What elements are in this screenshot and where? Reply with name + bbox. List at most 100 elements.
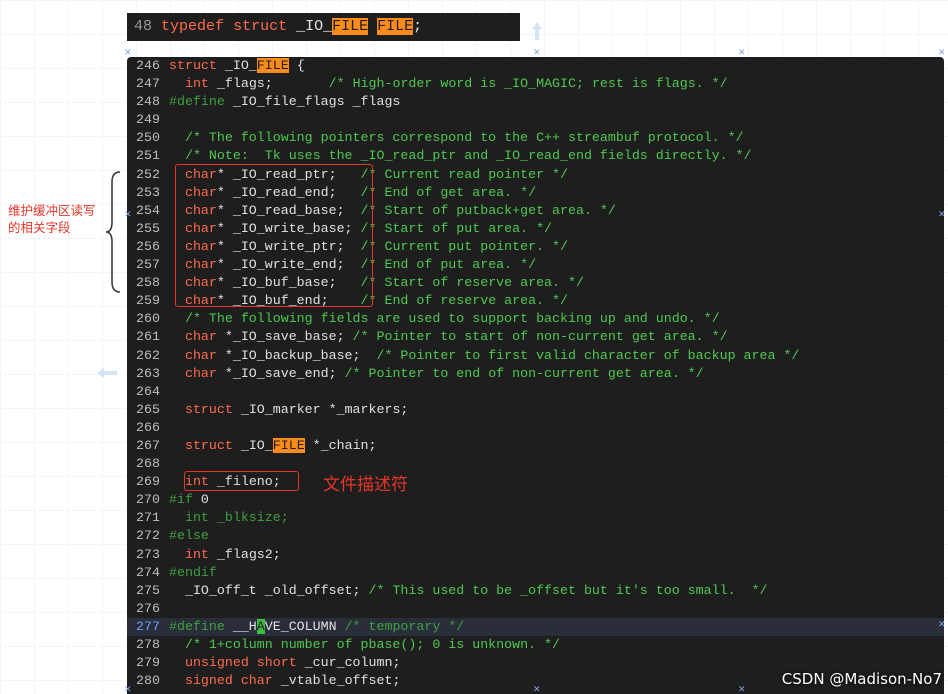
selection-handle[interactable]: ✕ — [738, 48, 746, 57]
line-number: 249 — [136, 112, 160, 128]
code-token: #else — [169, 528, 209, 544]
line-number: 261 — [136, 329, 160, 345]
line-code-text: int _blksize; — [169, 510, 289, 525]
line-number: 254 — [136, 202, 160, 218]
code-line: 250 /* The following pointers correspond… — [127, 129, 944, 147]
line-code-text: #else — [169, 528, 209, 543]
line-code-text: int _flags2; — [169, 547, 281, 562]
code-line: 276 — [127, 600, 944, 618]
fileno-label: 文件描述符 — [323, 475, 408, 495]
comment-token: /* Current put pointer. */ — [360, 238, 568, 254]
code-line: 270 #if 0 — [127, 491, 944, 509]
code-line: 264 — [127, 383, 944, 401]
line-number: 248 — [136, 94, 160, 110]
code-token: *_IO_backup_base; — [216, 347, 377, 363]
code-line: 271 int _blksize; — [127, 509, 944, 527]
keyword-token: struct — [184, 437, 233, 453]
keyword-token: signed char — [184, 673, 273, 689]
fileno-highlight-box — [184, 471, 299, 491]
line-code-text: #define __HAVE_COLUMN /* temporary */ — [169, 618, 464, 634]
selection-handle[interactable]: ✕ — [124, 685, 132, 694]
selection-handle[interactable]: ✕ — [738, 685, 746, 694]
line-code-text: /* 1+column number of pbase(); 0 is unkn… — [169, 637, 560, 652]
code-line: 248 #define _IO_file_flags _flags — [127, 93, 944, 111]
selection-handle[interactable]: ✕ — [124, 210, 132, 219]
comment-token: /* Start of putback+get area. */ — [360, 202, 616, 218]
left-brace-icon — [105, 171, 121, 293]
comment-token: /* Pointer to start of non-current get a… — [352, 329, 728, 345]
code-token: _flags; — [208, 76, 273, 92]
line-number: 270 — [136, 492, 160, 508]
resize-up-arrow-icon[interactable] — [530, 20, 544, 42]
selection-handle[interactable]: ✕ — [124, 48, 132, 57]
line-number: 271 — [136, 510, 160, 526]
code-line: 275 _IO_off_t _old_offset; /* This used … — [127, 582, 944, 600]
comment-token: /* Current read pointer */ — [360, 166, 568, 182]
code-token: _vtable_offset; — [272, 673, 401, 689]
code-line: 246 struct _IO_FILE { — [127, 57, 944, 75]
search-highlight: FILE — [332, 18, 369, 35]
line-number: 278 — [136, 637, 160, 652]
keyword-token: char — [184, 347, 217, 363]
keyword-token: int — [184, 76, 209, 92]
code-line: 263 char *_IO_save_end; /* Pointer to en… — [127, 365, 944, 383]
code-token: VE_COLUMN — [264, 618, 345, 634]
selection-handle[interactable]: ✕ — [533, 48, 541, 57]
line-number: 274 — [136, 564, 160, 580]
resize-left-arrow-icon[interactable] — [95, 366, 119, 380]
code-token: *_chain; — [304, 437, 377, 453]
typedef-snippet: 48 typedef struct _IO_FILE FILE; — [127, 13, 520, 41]
line-number: 275 — [136, 582, 160, 598]
code-token: 0 — [192, 492, 209, 508]
line-number: 258 — [136, 275, 160, 291]
comment-token: /* High-order word is _IO_MAGIC; rest is… — [328, 76, 728, 92]
code-editor-panel: 246 struct _IO_FILE {247 int _flags; /* H… — [127, 57, 944, 694]
selection-handle[interactable]: ✕ — [533, 685, 541, 694]
comment-token: /* End of get area. */ — [360, 184, 537, 200]
search-highlight: FILE — [377, 18, 414, 35]
line-number: 251 — [136, 148, 160, 164]
line-number: 268 — [136, 456, 160, 472]
line-code-text: int _flags; /* High-order word is _IO_MA… — [169, 76, 728, 91]
code-line: 267 struct _IO_FILE *_chain; — [127, 437, 944, 455]
struct-keyword: struct — [233, 18, 288, 35]
code-line: 273 int _flags2; — [127, 546, 944, 564]
code-line: 262 char *_IO_backup_base; /* Pointer to… — [127, 347, 944, 365]
line-number: 263 — [136, 365, 160, 381]
comment-token: /* End of reserve area. */ — [360, 293, 568, 309]
comment-token: /* Pointer to first valid character of b… — [376, 347, 800, 363]
line-number: 253 — [136, 184, 160, 200]
line-code-text: unsigned short _cur_column; — [169, 655, 400, 670]
selection-handle[interactable]: ✕ — [938, 48, 946, 57]
code-token: _cur_column; — [296, 655, 401, 671]
comment-token: /* Pointer to end of non-current get are… — [344, 365, 704, 381]
code-line: 251 /* Note: Tk uses the _IO_read_ptr an… — [127, 147, 944, 165]
code-token: _IO_marker *_markers; — [232, 401, 409, 417]
keyword-token: char — [184, 365, 217, 381]
keyword-token: struct — [169, 58, 217, 73]
comment-token: /* Note: Tk uses the _IO_read_ptr and _I… — [184, 148, 752, 164]
line-code-text: struct _IO_marker *_markers; — [169, 402, 408, 417]
keyword-token: char — [184, 329, 217, 345]
selection-handle[interactable]: ✕ — [938, 210, 946, 219]
line-number: 257 — [136, 257, 160, 273]
code-token: _IO_ — [216, 58, 257, 73]
line-number: 279 — [136, 655, 160, 671]
struct-name: _IO_ — [296, 18, 333, 35]
line-number: 264 — [136, 383, 160, 399]
buffer-fields-label: 维护缓冲区读写的相关字段 — [8, 203, 96, 235]
line-number: 273 — [136, 546, 160, 562]
code-token: _IO_off_t _old_offset; — [169, 582, 369, 598]
line-number: 246 — [136, 58, 160, 73]
selection-handle[interactable]: ✕ — [938, 620, 946, 629]
code-line: 265 struct _IO_marker *_markers; — [127, 401, 944, 419]
code-line: 272 #else — [127, 527, 944, 545]
line-number: 280 — [136, 673, 160, 689]
